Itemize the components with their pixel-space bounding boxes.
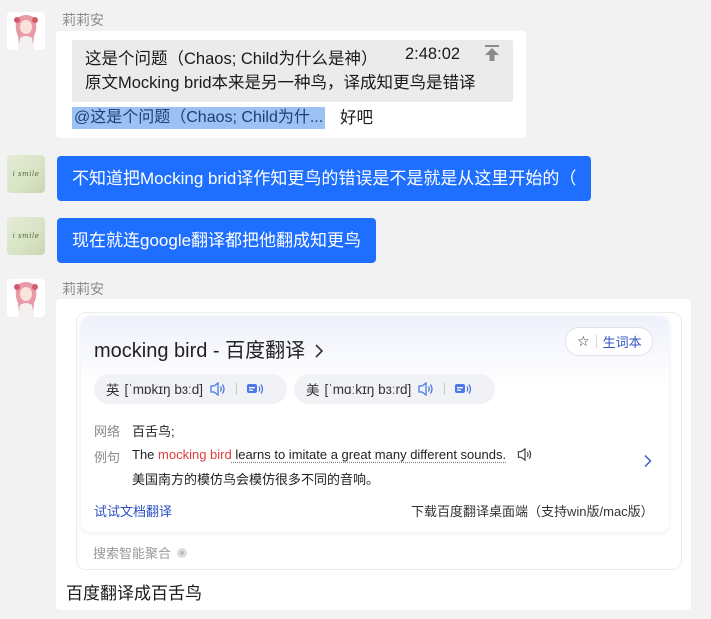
example-sentence: The mocking bird learns to imitate a gre… xyxy=(132,447,534,462)
sender-name: 莉莉安 xyxy=(62,12,104,28)
pron-label: 美 xyxy=(306,383,320,398)
example-translation: 美国南方的模仿鸟会模仿很多不同的音响。 xyxy=(132,472,380,487)
message-bubble[interactable]: 不知道把Mocking brid译作知更鸟的错误是不是就是从这里开始的（ xyxy=(57,156,592,201)
ai-voice-icon[interactable] xyxy=(246,381,266,397)
quoted-line: 原文Mocking brid本来是另一种鸟，译成知更鸟是错译 xyxy=(85,74,476,92)
avatar-lilian[interactable] xyxy=(7,279,45,317)
pronunciation-uk[interactable]: 英 [ˈmɒkɪŋ bɜːd] xyxy=(94,374,287,404)
status-dot-icon xyxy=(177,547,188,558)
chevron-right-icon[interactable] xyxy=(643,454,653,468)
pron-label: 英 xyxy=(106,383,120,398)
divider xyxy=(444,383,446,395)
card-footer: 搜索智能聚合 xyxy=(93,543,188,562)
footer-label: 搜索智能聚合 xyxy=(93,546,172,561)
message-text: 现在就连google翻译都把他翻成知更鸟 xyxy=(72,230,362,250)
sender-name: 莉莉安 xyxy=(62,281,104,297)
up-arrow-icon[interactable] xyxy=(482,44,502,62)
speaker-icon[interactable] xyxy=(417,381,435,397)
divider xyxy=(236,383,238,395)
web-label: 网络 xyxy=(94,424,121,439)
star-icon: ☆ xyxy=(577,333,590,349)
ai-voice-icon[interactable] xyxy=(454,381,474,397)
translation-panel[interactable]: mocking bird - 百度翻译 ☆ 生词本 英 [ˈmɒkɪŋ bɜːd… xyxy=(81,316,669,532)
example-text: The xyxy=(132,447,159,462)
avatar-self[interactable]: i smile xyxy=(7,155,45,193)
avatar-self[interactable]: i smile xyxy=(7,217,45,255)
translation-title[interactable]: mocking bird - 百度翻译 xyxy=(94,334,324,363)
translation-card[interactable]: mocking bird - 百度翻译 ☆ 生词本 英 [ˈmɒkɪŋ bɜːd… xyxy=(76,312,682,570)
message-text: 不知道把Mocking brid译作知更鸟的错误是不是就是从这里开始的（ xyxy=(72,168,577,188)
example-highlight: mocking bird xyxy=(158,447,232,462)
avatar-lilian[interactable] xyxy=(7,12,45,50)
pron-ipa: [ˈmɑːkɪŋ bɜːrd] xyxy=(324,381,412,397)
message-bubble[interactable]: 现在就连google翻译都把他翻成知更鸟 xyxy=(57,218,377,263)
vocabulary-button[interactable]: ☆ 生词本 xyxy=(565,327,653,356)
quoted-line: 这是个问题（Chaos; Child为什么是神） xyxy=(85,50,378,68)
mention-link[interactable]: @这是个问题（Chaos; Child为什... xyxy=(72,107,326,129)
vocabulary-label: 生词本 xyxy=(602,335,642,350)
example-label: 例句 xyxy=(94,450,121,465)
quoted-message[interactable]: 这是个问题（Chaos; Child为什么是神） 2:48:02 原文Mocki… xyxy=(72,40,513,102)
doc-translate-link[interactable]: 试试文档翻译 xyxy=(94,501,172,520)
example-text: learns to imitate a great many different… xyxy=(231,447,507,462)
quoted-timestamp: 2:48:02 xyxy=(405,45,461,63)
speaker-icon[interactable] xyxy=(209,381,227,397)
pron-ipa: [ˈmɒkɪŋ bɜːd] xyxy=(124,381,204,397)
pronunciation-us[interactable]: 美 [ˈmɑːkɪŋ bɜːrd] xyxy=(294,374,495,404)
download-link[interactable]: 下载百度翻译桌面端（支持win版/mac版） xyxy=(411,501,654,520)
translation-title-text: mocking bird - 百度翻译 xyxy=(94,340,306,362)
message-text: 好吧 xyxy=(340,109,373,127)
speaker-icon[interactable] xyxy=(516,447,534,462)
divider xyxy=(595,335,597,348)
chevron-right-icon xyxy=(315,344,323,358)
message-text: 百度翻译成百舌鸟 xyxy=(66,584,202,603)
web-meaning: 百舌鸟; xyxy=(132,424,175,439)
